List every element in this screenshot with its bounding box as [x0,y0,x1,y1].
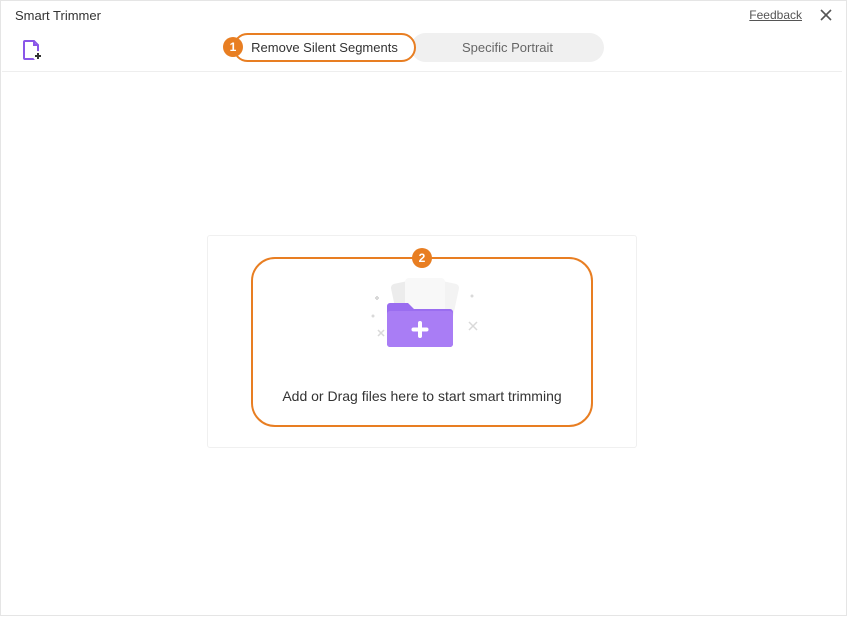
folder-illustration [357,278,487,364]
close-icon [819,8,833,22]
title-bar: Smart Trimmer Feedback [1,1,846,29]
window-title: Smart Trimmer [15,8,101,23]
toolbar: 1 Remove Silent Segments Specific Portra… [1,29,846,71]
content-area: 2 [2,71,842,611]
step-badge-1: 1 [223,37,243,57]
title-bar-right: Feedback [749,5,836,25]
tab-group: 1 Remove Silent Segments Specific Portra… [233,33,604,62]
drop-card: 2 [207,235,637,448]
drop-zone[interactable]: 2 [251,257,593,427]
drop-zone-text: Add or Drag files here to start smart tr… [282,388,561,404]
tab-specific-portrait[interactable]: Specific Portrait [411,33,604,62]
close-button[interactable] [816,5,836,25]
tab-remove-silent[interactable]: Remove Silent Segments [233,33,416,62]
feedback-link[interactable]: Feedback [749,8,802,22]
step-badge-2: 2 [412,248,432,268]
window-frame: Smart Trimmer Feedback 1 Re [0,0,847,616]
tab-label-inactive: Specific Portrait [462,40,553,55]
app-icon [21,39,43,61]
tab-label-active: Remove Silent Segments [251,40,398,55]
